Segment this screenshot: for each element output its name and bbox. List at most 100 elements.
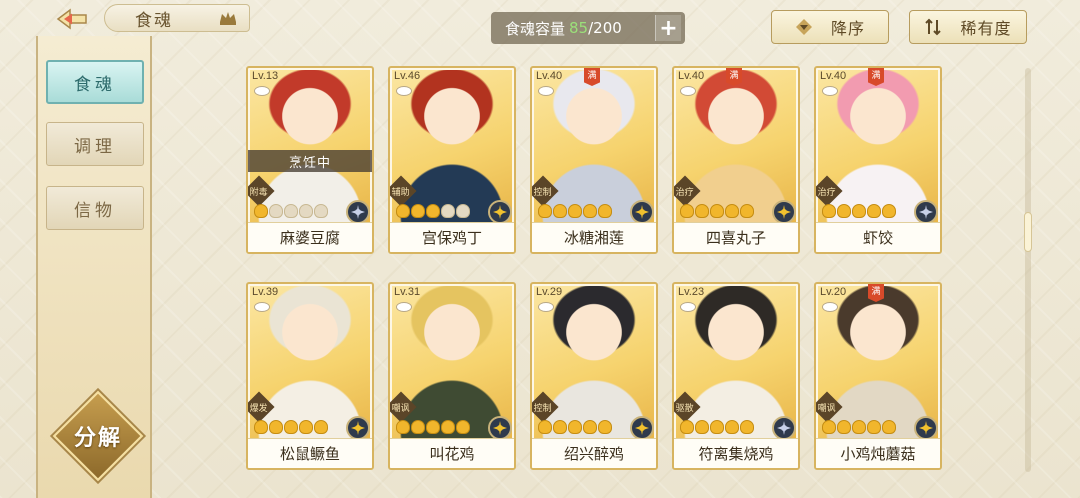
- star-icon: [553, 420, 567, 434]
- tab-token[interactable]: 信物: [46, 186, 144, 230]
- star-icon: [695, 204, 709, 218]
- star-icon: [822, 204, 836, 218]
- scrollbar-thumb[interactable]: [1024, 212, 1032, 252]
- max-badge-icon: 满: [868, 284, 884, 302]
- food-soul-card[interactable]: Lv.29 控制 绍兴醉鸡: [530, 282, 658, 470]
- tab-label: 信物: [74, 200, 116, 221]
- back-button[interactable]: [44, 4, 100, 34]
- food-soul-card[interactable]: Lv.40 满控制 冰糖湘莲: [530, 66, 658, 254]
- star-rating: [538, 204, 612, 218]
- star-icon: [538, 204, 552, 218]
- food-soul-card[interactable]: Lv.40 满治疗 四喜丸子: [672, 66, 800, 254]
- food-soul-card[interactable]: Lv.13 烹饪中 附毒 麻婆豆腐: [246, 66, 374, 254]
- star-icon: [553, 204, 567, 218]
- favorite-icon[interactable]: [396, 86, 412, 96]
- food-soul-card[interactable]: Lv.46 辅助 宫保鸡丁: [388, 66, 516, 254]
- star-icon: [284, 204, 298, 218]
- card-name: 叫花鸡: [390, 438, 514, 468]
- tab-conditioning[interactable]: 调理: [46, 122, 144, 166]
- card-name: 冰糖湘莲: [532, 222, 656, 252]
- favorite-icon[interactable]: [396, 302, 412, 312]
- food-soul-card[interactable]: Lv.31 嘲讽 叫花鸡: [388, 282, 516, 470]
- element-icon: [346, 200, 370, 224]
- tab-label: 调理: [74, 136, 116, 157]
- favorite-icon[interactable]: [680, 302, 696, 312]
- decompose-button[interactable]: 分解: [50, 390, 146, 482]
- add-capacity-button[interactable]: +: [655, 15, 681, 41]
- star-icon: [725, 420, 739, 434]
- card-level: Lv.31: [394, 286, 421, 298]
- food-soul-card[interactable]: Lv.20 满嘲讽 小鸡炖蘑菇: [814, 282, 942, 470]
- star-rating: [538, 420, 612, 434]
- food-soul-card[interactable]: Lv.39 爆发 松鼠鳜鱼: [246, 282, 374, 470]
- scrollbar-track[interactable]: [1025, 68, 1031, 472]
- star-icon: [598, 204, 612, 218]
- favorite-icon[interactable]: [822, 302, 838, 312]
- role-label: 控制: [533, 187, 553, 198]
- star-icon: [837, 420, 851, 434]
- card-name: 松鼠鳜鱼: [248, 438, 372, 468]
- favorite-icon[interactable]: [538, 86, 554, 96]
- max-badge-icon: 满: [584, 68, 600, 86]
- star-icon: [852, 420, 866, 434]
- star-icon: [882, 204, 896, 218]
- food-soul-card[interactable]: Lv.23 驱散 符离集烧鸡: [672, 282, 800, 470]
- star-icon: [822, 420, 836, 434]
- cooking-status: 烹饪中: [248, 150, 372, 172]
- star-rating: [680, 204, 754, 218]
- crown-icon[interactable]: [219, 10, 237, 26]
- star-icon: [867, 420, 881, 434]
- star-icon: [680, 420, 694, 434]
- star-icon: [441, 204, 455, 218]
- star-icon: [680, 204, 694, 218]
- favorite-icon[interactable]: [680, 86, 696, 96]
- favorite-icon[interactable]: [254, 302, 270, 312]
- star-icon: [269, 204, 283, 218]
- role-label: 附毒: [249, 187, 269, 198]
- element-icon: [346, 416, 370, 440]
- star-icon: [254, 420, 268, 434]
- favorite-icon[interactable]: [254, 86, 270, 96]
- card-level: Lv.46: [394, 70, 421, 82]
- star-icon: [396, 420, 410, 434]
- star-icon: [882, 420, 896, 434]
- star-icon: [710, 420, 724, 434]
- page-title-tab: 食魂: [104, 4, 250, 32]
- star-rating: [254, 420, 328, 434]
- card-level: Lv.40: [820, 70, 847, 82]
- card-level: Lv.23: [678, 286, 705, 298]
- star-icon: [456, 204, 470, 218]
- star-icon: [426, 204, 440, 218]
- star-icon: [538, 420, 552, 434]
- capacity-label: 食魂容量: [505, 19, 566, 38]
- star-icon: [299, 204, 313, 218]
- star-icon: [852, 204, 866, 218]
- favorite-icon[interactable]: [538, 302, 554, 312]
- star-icon: [299, 420, 313, 434]
- element-icon: [630, 416, 654, 440]
- sort-order-button[interactable]: 降序: [771, 10, 889, 44]
- capacity-current: 85: [569, 19, 589, 37]
- role-label: 嘲讽: [817, 403, 837, 414]
- star-icon: [710, 204, 724, 218]
- star-icon: [426, 420, 440, 434]
- star-rating: [254, 204, 328, 218]
- card-level: Lv.40: [536, 70, 563, 82]
- tab-food-soul[interactable]: 食魂: [46, 60, 144, 104]
- card-level: Lv.40: [678, 70, 705, 82]
- star-rating: [822, 204, 896, 218]
- role-label: 控制: [533, 403, 553, 414]
- tab-label: 食魂: [74, 74, 116, 95]
- card-name: 绍兴醉鸡: [532, 438, 656, 468]
- star-icon: [695, 420, 709, 434]
- favorite-icon[interactable]: [822, 86, 838, 96]
- card-name: 四喜丸子: [674, 222, 798, 252]
- sort-order-label: 降序: [830, 19, 865, 38]
- card-name: 虾饺: [816, 222, 940, 252]
- max-badge-icon: 满: [726, 68, 742, 86]
- role-label: 辅助: [391, 187, 411, 198]
- star-icon: [867, 204, 881, 218]
- star-icon: [725, 204, 739, 218]
- food-soul-card[interactable]: Lv.40 满治疗 虾饺: [814, 66, 942, 254]
- sort-by-button[interactable]: 稀有度: [909, 10, 1027, 44]
